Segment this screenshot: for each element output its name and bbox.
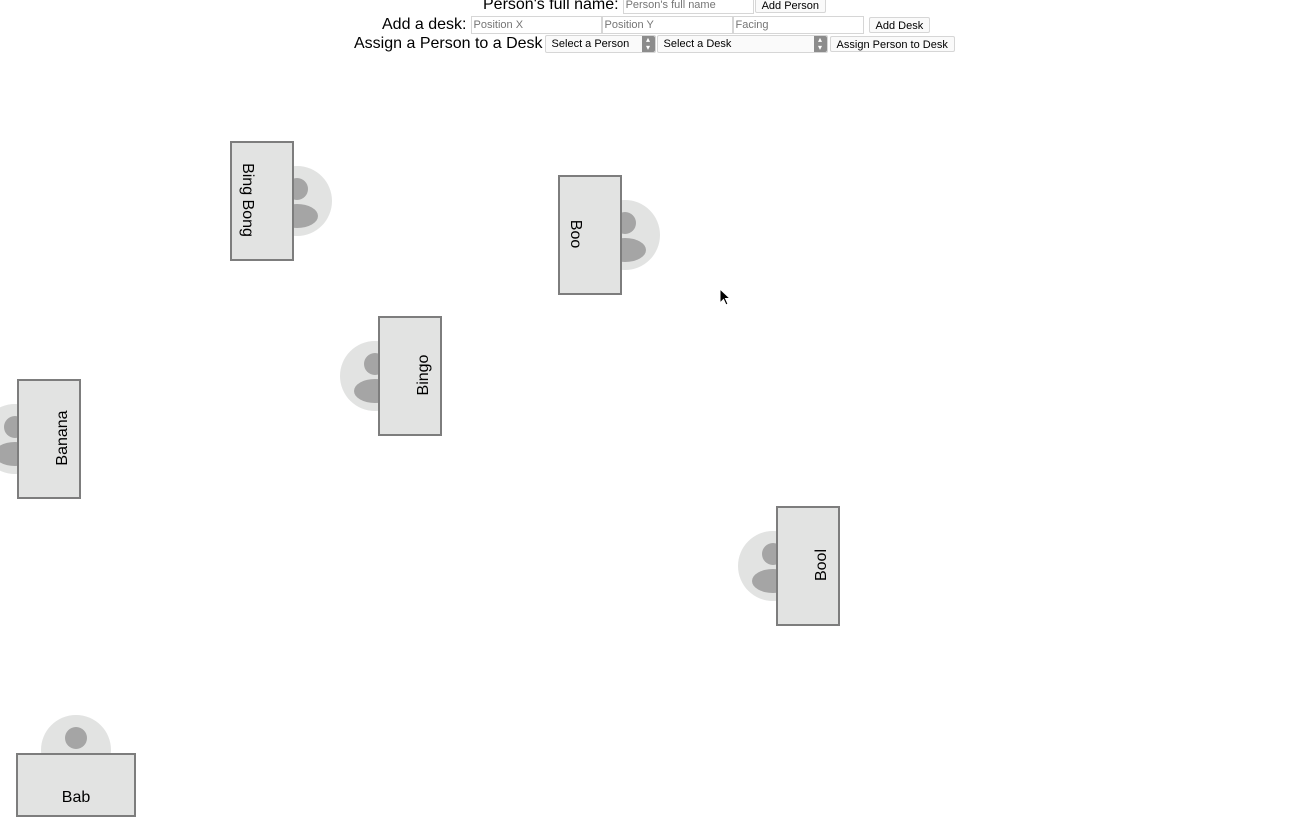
- select-person-value: Select a Person: [551, 38, 630, 50]
- assign-label: Assign a Person to a Desk: [354, 35, 543, 52]
- person-name-input[interactable]: [622, 0, 754, 14]
- desk-name-label: Boo: [567, 219, 584, 249]
- add-desk-label: Add a desk:: [382, 16, 467, 33]
- desk-name-label: Bab: [61, 789, 91, 806]
- add-person-row: Person's full name: Add Person: [483, 0, 827, 14]
- select-desk-dropdown[interactable]: Select a Desk ▴ ▾: [656, 35, 828, 53]
- desk-name-label: Banana: [54, 410, 71, 466]
- select-person-dropdown[interactable]: Select a Person ▴ ▾: [544, 35, 656, 53]
- desk-name-label: Bool: [813, 548, 830, 582]
- position-y-input[interactable]: [601, 16, 733, 34]
- assign-row: Assign a Person to a Desk Select a Perso…: [354, 35, 955, 53]
- position-x-input[interactable]: [470, 16, 602, 34]
- assign-person-button[interactable]: Assign Person to Desk: [829, 36, 955, 52]
- add-person-button[interactable]: Add Person: [754, 0, 827, 13]
- desk-name-label: Bingo: [415, 354, 432, 396]
- desk-name-label: Bing Bong: [239, 163, 256, 237]
- add-desk-button[interactable]: Add Desk: [868, 17, 931, 33]
- add-desk-row: Add a desk: Add Desk: [382, 16, 931, 34]
- mouse-cursor-icon: [719, 288, 732, 306]
- facing-input[interactable]: [732, 16, 864, 34]
- select-arrows-icon: ▴ ▾: [641, 36, 655, 52]
- select-desk-value: Select a Desk: [663, 38, 732, 50]
- person-name-label: Person's full name:: [483, 0, 619, 13]
- desk-surface: [16, 753, 136, 817]
- select-arrows-icon: ▴ ▾: [813, 36, 827, 52]
